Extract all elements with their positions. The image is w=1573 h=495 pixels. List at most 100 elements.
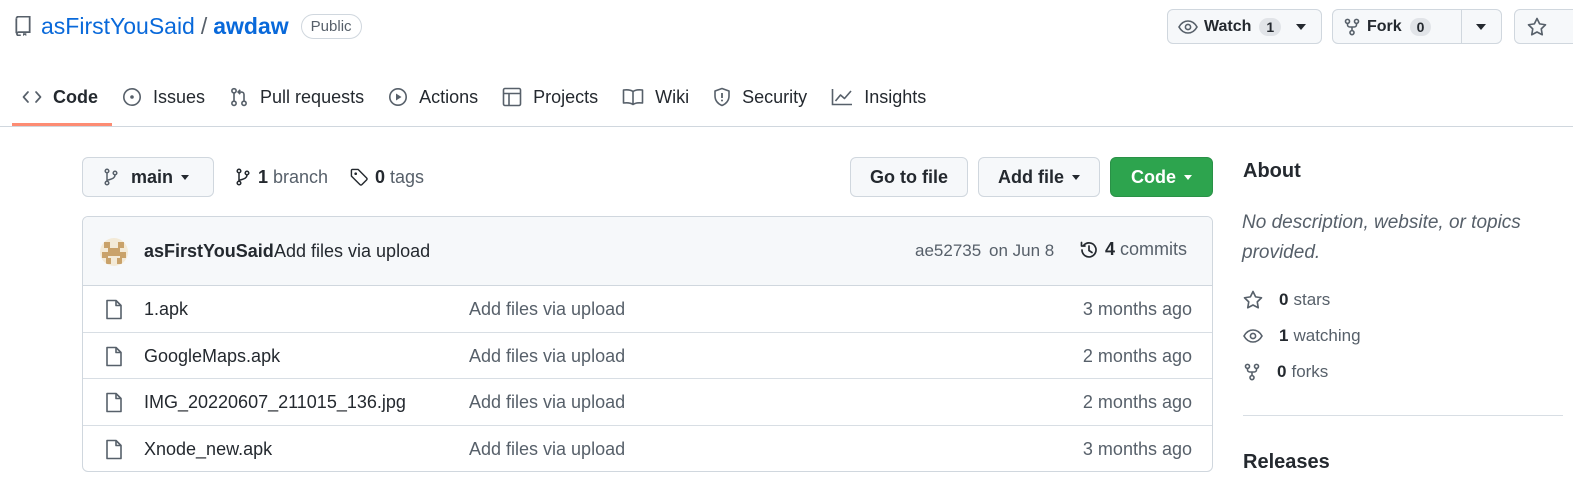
tab-label: Code <box>53 86 98 107</box>
tab-wiki[interactable]: Wiki <box>612 72 703 122</box>
chevron-down-icon <box>1296 23 1306 30</box>
watch-count: 1 <box>1259 17 1282 36</box>
tab-label: Security <box>742 86 808 107</box>
tab-label: Actions <box>419 86 479 107</box>
chevron-down-icon <box>1476 23 1486 30</box>
watch-dropdown[interactable] <box>1286 10 1316 43</box>
code-button-label: Code <box>1131 166 1176 187</box>
tag-count: 0 <box>375 166 386 187</box>
repo-nav-tabs: Code Issues Pull requests Actions Projec… <box>12 72 940 127</box>
branches-link[interactable]: 1 branch <box>235 164 328 190</box>
table-row: IMG_20220607_211015_136.jpg Add files vi… <box>83 379 1212 426</box>
repo-icon <box>14 16 32 36</box>
watching-count: 1 <box>1279 326 1289 345</box>
watch-button[interactable]: Watch 1 <box>1167 9 1322 44</box>
tag-icon <box>350 168 369 187</box>
watch-main[interactable]: Watch 1 <box>1168 10 1286 43</box>
table-icon <box>502 87 533 107</box>
fork-dropdown[interactable] <box>1461 10 1500 43</box>
go-to-file-label: Go to file <box>870 166 948 187</box>
tab-code[interactable]: Code <box>12 72 112 126</box>
graph-icon <box>831 88 864 106</box>
file-age: 3 months ago <box>1082 299 1192 319</box>
tab-label: Projects <box>533 86 599 107</box>
code-dropdown-button[interactable]: Code <box>1110 157 1213 197</box>
file-name-link[interactable]: IMG_20220607_211015_136.jpg <box>144 392 406 413</box>
git-pull-request-icon <box>229 87 260 107</box>
avatar[interactable] <box>100 238 128 266</box>
tab-label: Wiki <box>655 86 690 107</box>
play-icon <box>388 87 419 107</box>
forks-count: 0 <box>1277 362 1287 381</box>
file-commit-message-link[interactable]: Add files via upload <box>469 392 625 413</box>
eye-icon <box>1178 19 1198 34</box>
file-commit-message-link[interactable]: Add files via upload <box>469 439 625 460</box>
tab-issues[interactable]: Issues <box>112 72 219 122</box>
watch-label: Watch <box>1204 17 1252 35</box>
chevron-down-icon <box>181 174 190 180</box>
commit-count: 4 <box>1105 239 1116 259</box>
star-button[interactable] <box>1514 9 1573 44</box>
commits-history-link[interactable]: 4 commits <box>1079 239 1187 260</box>
star-icon <box>1527 17 1547 37</box>
repo-owner-link[interactable]: asFirstYouSaid <box>41 13 195 40</box>
tab-label: Pull requests <box>260 86 365 107</box>
repo-title: asFirstYouSaid / awdaw Public <box>14 10 362 42</box>
file-icon <box>105 299 123 320</box>
branch-select-button[interactable]: main <box>82 157 214 197</box>
releases-heading[interactable]: Releases <box>1243 451 1330 474</box>
code-icon <box>22 89 53 105</box>
commit-date[interactable]: on Jun 8 <box>989 241 1054 261</box>
file-name-link[interactable]: GoogleMaps.apk <box>144 346 280 367</box>
tab-actions[interactable]: Actions <box>378 72 492 122</box>
commit-word: commits <box>1120 239 1188 259</box>
repo-name-link[interactable]: awdaw <box>213 13 288 40</box>
about-description: No description, website, or topics provi… <box>1242 212 1521 263</box>
tab-insights[interactable]: Insights <box>821 72 940 122</box>
fork-main[interactable]: Fork 0 <box>1333 10 1461 43</box>
watching-word: watching <box>1293 326 1361 345</box>
watching-link[interactable]: 1 watching <box>1243 324 1361 348</box>
go-to-file-button[interactable]: Go to file <box>850 157 968 197</box>
tag-word: tags <box>390 166 425 187</box>
book-icon <box>622 88 655 106</box>
issue-opened-icon <box>122 87 153 107</box>
file-commit-message-link[interactable]: Add files via upload <box>469 346 625 367</box>
repo-header: asFirstYouSaid / awdaw Public Watch 1 Fo… <box>0 0 1573 127</box>
about-heading: About <box>1243 160 1301 182</box>
branch-name: main <box>131 166 174 187</box>
stars-word: stars <box>1293 290 1331 309</box>
commit-author-link[interactable]: asFirstYouSaid <box>144 241 274 262</box>
forks-link[interactable]: 0 forks <box>1243 360 1328 384</box>
table-row: 1.apk Add files via upload 3 months ago <box>83 286 1212 333</box>
commit-sha-link[interactable]: ae52735 <box>915 241 981 261</box>
branch-word: branch <box>273 166 329 187</box>
tab-security[interactable]: Security <box>703 72 821 122</box>
tab-projects[interactable]: Projects <box>492 72 612 122</box>
tab-pull-requests[interactable]: Pull requests <box>219 72 378 122</box>
table-row: GoogleMaps.apk Add files via upload 2 mo… <box>83 333 1212 379</box>
shield-icon <box>713 87 742 107</box>
file-icon <box>105 346 123 367</box>
tab-label: Insights <box>864 86 927 107</box>
commit-message-link[interactable]: Add files via upload <box>274 241 430 262</box>
repo-path-separator: / <box>200 12 208 39</box>
add-file-label: Add file <box>998 166 1064 187</box>
add-file-button[interactable]: Add file <box>978 157 1100 197</box>
stars-link[interactable]: 0 stars <box>1243 288 1330 312</box>
visibility-badge: Public <box>300 13 362 39</box>
repo-forked-icon <box>1343 18 1361 36</box>
git-branch-icon <box>103 168 119 186</box>
branch-count: 1 <box>258 166 269 187</box>
tags-link[interactable]: 0 tags <box>350 164 424 190</box>
fork-button[interactable]: Fork 0 <box>1332 9 1502 44</box>
file-name-link[interactable]: 1.apk <box>144 299 188 320</box>
chevron-down-icon <box>1072 174 1080 180</box>
file-icon <box>105 392 123 413</box>
file-commit-message-link[interactable]: Add files via upload <box>469 299 625 320</box>
file-age: 2 months ago <box>1082 392 1192 412</box>
chevron-down-icon <box>1184 174 1192 180</box>
forks-word: forks <box>1291 362 1329 381</box>
file-name-link[interactable]: Xnode_new.apk <box>144 439 272 460</box>
file-icon <box>105 439 123 460</box>
